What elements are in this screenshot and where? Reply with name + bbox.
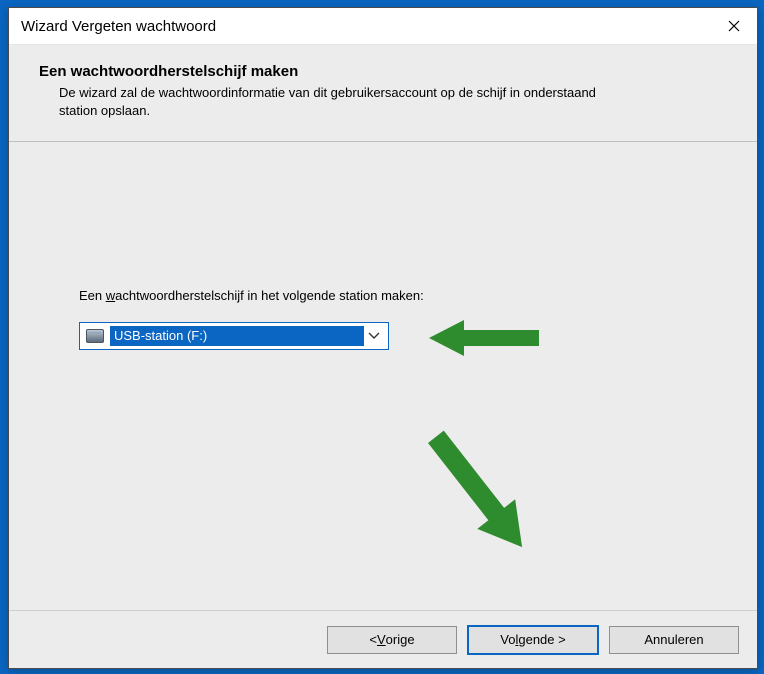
- cancel-button[interactable]: Annuleren: [609, 626, 739, 654]
- drive-select-dropdown[interactable]: USB-station (F:): [79, 322, 389, 350]
- wizard-window: Wizard Vergeten wachtwoord Een wachtwoor…: [8, 7, 758, 669]
- drive-icon: [86, 329, 104, 343]
- titlebar: Wizard Vergeten wachtwoord: [9, 8, 757, 45]
- wizard-description: De wizard zal de wachtwoordinformatie va…: [59, 84, 619, 119]
- close-button[interactable]: [711, 8, 757, 44]
- window-title: Wizard Vergeten wachtwoord: [21, 18, 216, 35]
- wizard-footer: < Vorige Volgende > Annuleren: [9, 610, 757, 668]
- wizard-body: Een wachtwoordherstelschijf in het volge…: [9, 142, 757, 610]
- wizard-heading: Een wachtwoordherstelschijf maken: [39, 63, 727, 80]
- chevron-down-icon: [364, 332, 384, 340]
- wizard-header: Een wachtwoordherstelschijf maken De wiz…: [9, 45, 757, 142]
- close-icon: [728, 20, 740, 32]
- drive-prompt-label: Een wachtwoordherstelschijf in het volge…: [79, 288, 424, 303]
- next-button[interactable]: Volgende >: [467, 625, 599, 655]
- back-button[interactable]: < Vorige: [327, 626, 457, 654]
- annotation-arrow-next-button: [389, 422, 569, 562]
- annotation-arrow-dropdown: [429, 310, 539, 366]
- drive-selected-value: USB-station (F:): [110, 326, 364, 346]
